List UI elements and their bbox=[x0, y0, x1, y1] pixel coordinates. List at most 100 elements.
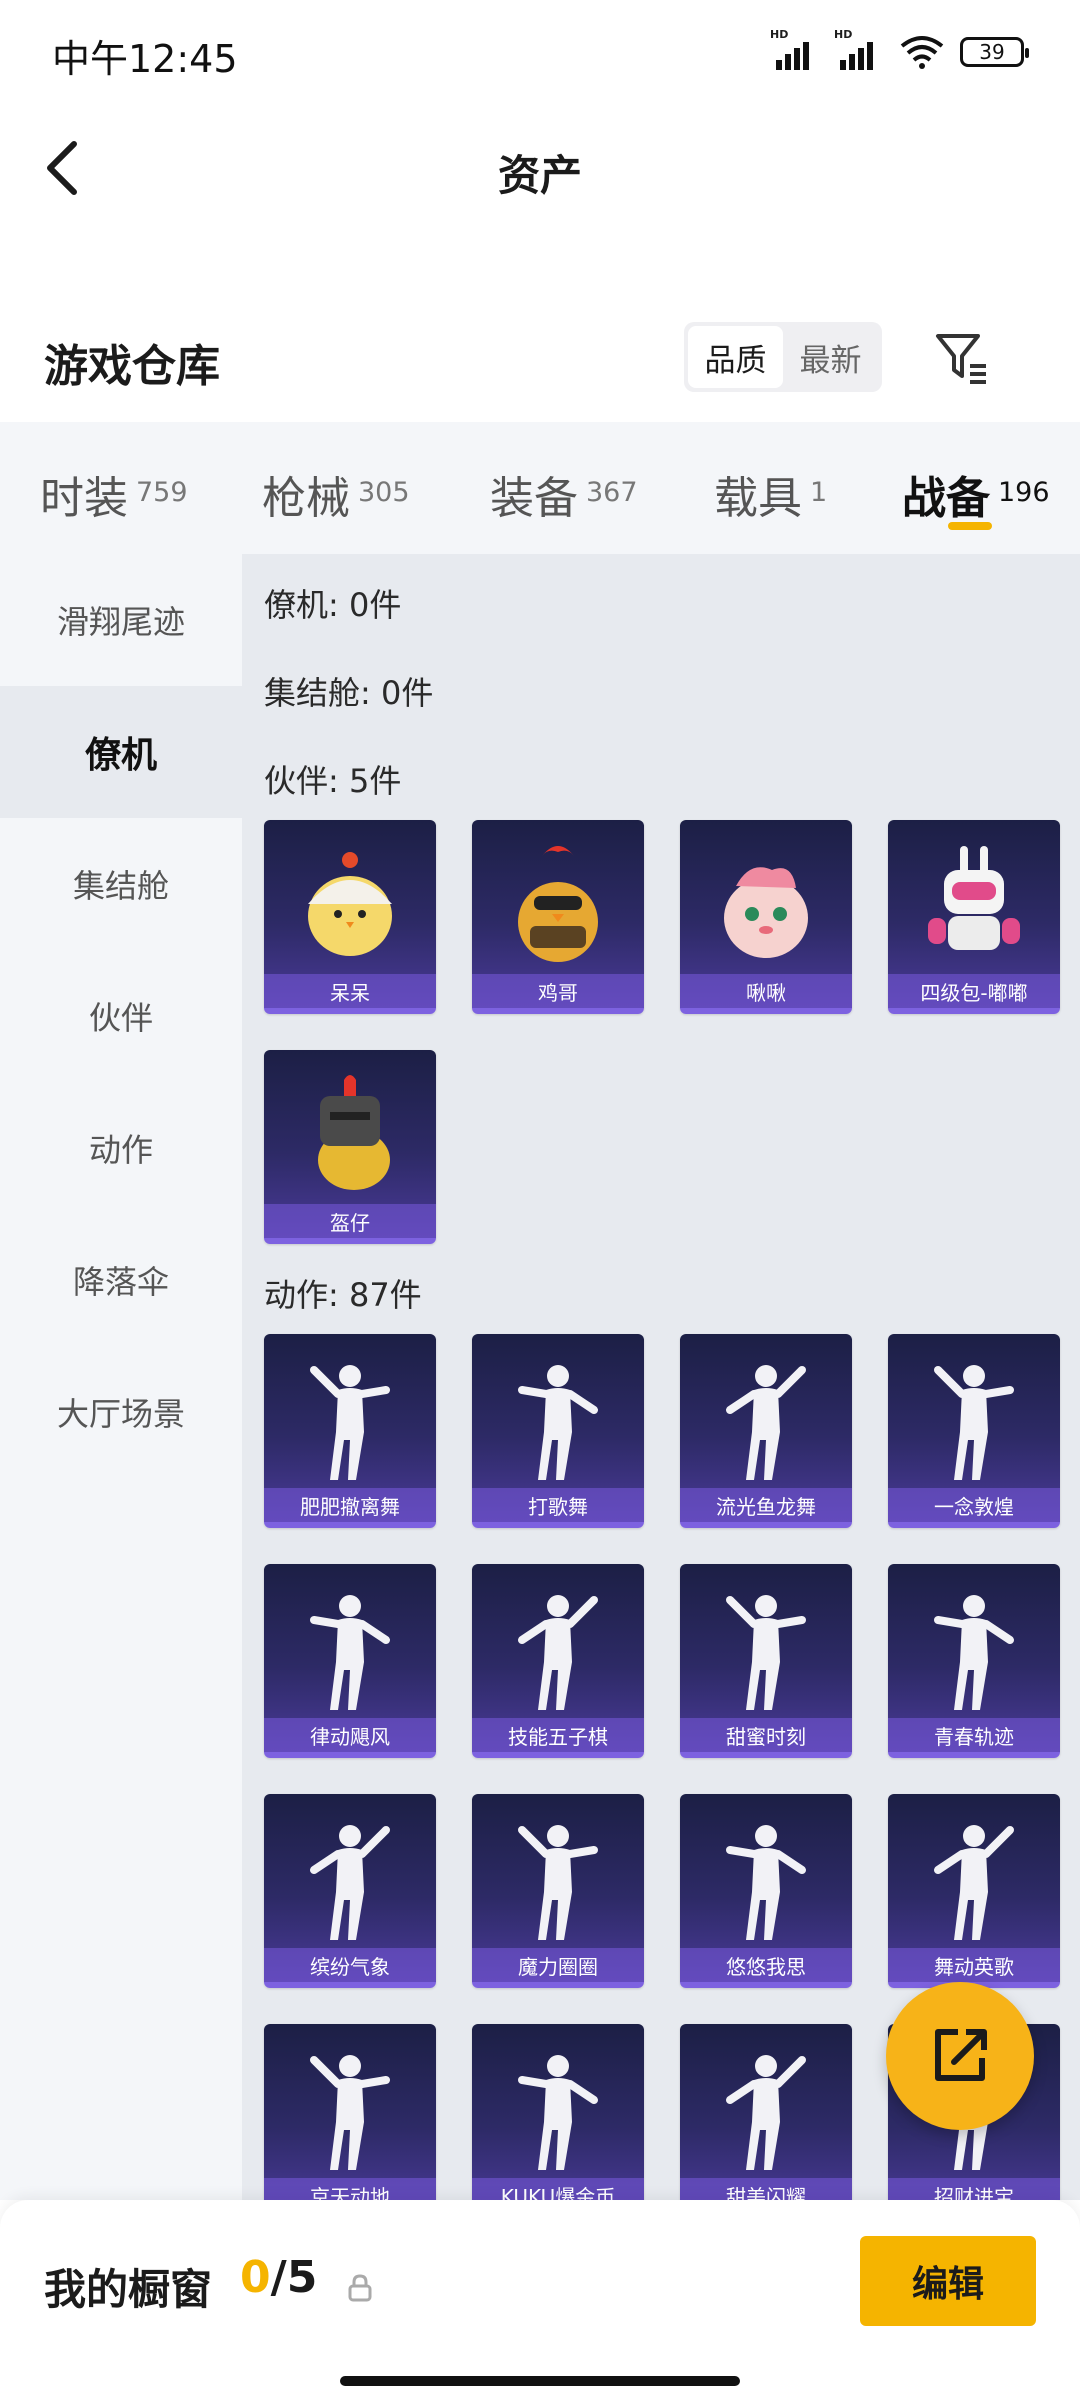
card-name: 舞动英歌 bbox=[888, 1948, 1060, 1982]
sidebar-item-lobby-scene[interactable]: 大厅场景 bbox=[0, 1346, 242, 1478]
card-name: 盔仔 bbox=[264, 1204, 436, 1238]
sort-newest-button[interactable]: 最新 bbox=[783, 326, 878, 388]
partner-image bbox=[928, 846, 1020, 950]
card-name: 啾啾 bbox=[680, 974, 852, 1008]
card-name: KUKU爆金币 bbox=[472, 2178, 644, 2200]
sort-quality-button[interactable]: 品质 bbox=[688, 326, 783, 388]
emote-card[interactable]: 律动飓风 bbox=[264, 1564, 436, 1758]
card-name: 甜美闪耀 bbox=[680, 2178, 852, 2200]
emote-card[interactable]: 一念敦煌 bbox=[888, 1334, 1060, 1528]
card-name: 肥肥撤离舞 bbox=[264, 1488, 436, 1522]
warehouse-header: 游戏仓库 品质 最新 bbox=[0, 310, 1080, 410]
emote-image bbox=[310, 1595, 390, 1710]
section-emote: 动作: 87件 bbox=[264, 1276, 422, 1314]
share-button[interactable] bbox=[886, 1982, 1034, 2130]
sidebar-item-wingman[interactable]: 僚机 bbox=[0, 686, 242, 818]
status-time: 中午12:45 bbox=[52, 37, 238, 81]
card-name: 缤纷气象 bbox=[264, 1948, 436, 1982]
tab-fashion[interactable]: 时装 759 bbox=[40, 462, 188, 526]
card-name: 京天动地 bbox=[264, 2178, 436, 2200]
edit-button[interactable]: 编辑 bbox=[860, 2236, 1036, 2326]
card-name: 甜蜜时刻 bbox=[680, 1718, 852, 1752]
emote-card[interactable]: 甜美闪耀 bbox=[680, 2024, 852, 2200]
emote-card[interactable]: 流光鱼龙舞 bbox=[680, 1334, 852, 1528]
emote-image bbox=[518, 2055, 598, 2170]
card-name: 律动飓风 bbox=[264, 1718, 436, 1752]
emote-card[interactable]: 悠悠我思 bbox=[680, 1794, 852, 1988]
partner-card[interactable]: 鸡哥 bbox=[472, 820, 644, 1014]
home-indicator bbox=[340, 2376, 740, 2386]
section-wingman: 僚机: 0件 bbox=[264, 586, 402, 624]
card-name: 鸡哥 bbox=[472, 974, 644, 1008]
emote-image bbox=[518, 1595, 598, 1710]
emote-image bbox=[726, 1825, 806, 1940]
partner-card[interactable]: 四级包-嘟嘟 bbox=[888, 820, 1060, 1014]
emote-image bbox=[518, 1365, 598, 1480]
page-title: 资产 bbox=[497, 151, 582, 200]
emote-card[interactable]: 舞动英歌 bbox=[888, 1794, 1060, 1988]
emote-image bbox=[934, 1825, 1014, 1940]
partner-image bbox=[724, 867, 808, 958]
card-name: 悠悠我思 bbox=[680, 1948, 852, 1982]
card-name: 打歌舞 bbox=[472, 1488, 644, 1522]
tab-equipment[interactable]: 装备 367 bbox=[490, 462, 638, 526]
emote-image bbox=[310, 2055, 390, 2170]
emote-card[interactable]: 甜蜜时刻 bbox=[680, 1564, 852, 1758]
sidebar-item-parachute[interactable]: 降落伞 bbox=[0, 1214, 242, 1346]
battery-icon: 39 bbox=[960, 37, 1029, 67]
category-tabs: 时装 759 枪械 305 装备 367 载具 1 战备 196 bbox=[0, 422, 1080, 554]
active-tab-indicator bbox=[948, 522, 992, 530]
emote-card[interactable]: 魔力圈圈 bbox=[472, 1794, 644, 1988]
emote-card[interactable]: 打歌舞 bbox=[472, 1334, 644, 1528]
sidebar: 滑翔尾迹 僚机 集结舱 伙伴 动作 降落伞 大厅场景 bbox=[0, 554, 242, 2200]
showcase-label: 我的橱窗 bbox=[44, 2265, 213, 2314]
partner-image bbox=[318, 1075, 390, 1190]
emote-image bbox=[726, 1595, 806, 1710]
sidebar-item-rally-pod[interactable]: 集结舱 bbox=[0, 818, 242, 950]
emote-card[interactable]: 技能五子棋 bbox=[472, 1564, 644, 1758]
emote-image bbox=[518, 1825, 598, 1940]
emote-card[interactable]: 京天动地 bbox=[264, 2024, 436, 2200]
emote-image bbox=[934, 1365, 1014, 1480]
partner-image bbox=[308, 852, 392, 956]
sidebar-item-glide-trail[interactable]: 滑翔尾迹 bbox=[0, 554, 242, 686]
card-name: 流光鱼龙舞 bbox=[680, 1488, 852, 1522]
section-partner: 伙伴: 5件 bbox=[264, 762, 402, 800]
showcase-count: 0/5 bbox=[240, 2252, 318, 2303]
filter-icon[interactable] bbox=[932, 328, 992, 388]
wifi-icon bbox=[900, 36, 944, 69]
lock-icon bbox=[348, 2274, 372, 2302]
emote-card[interactable]: 肥肥撤离舞 bbox=[264, 1334, 436, 1528]
card-name: 技能五子棋 bbox=[472, 1718, 644, 1752]
card-name: 青春轨迹 bbox=[888, 1718, 1060, 1752]
warehouse-title: 游戏仓库 bbox=[44, 341, 220, 392]
partner-card[interactable]: 盔仔 bbox=[264, 1050, 436, 1244]
card-name: 呆呆 bbox=[264, 974, 436, 1008]
signal-icon: HD bbox=[770, 28, 820, 70]
emote-card[interactable]: 缤纷气象 bbox=[264, 1794, 436, 1988]
emote-image bbox=[934, 1595, 1014, 1710]
section-rally-pod: 集结舱: 0件 bbox=[264, 674, 434, 712]
emote-image bbox=[726, 2055, 806, 2170]
status-bar: 中午12:45 HD HD 39 bbox=[0, 0, 1080, 100]
card-name: 四级包-嘟嘟 bbox=[888, 974, 1060, 1008]
share-icon bbox=[935, 2029, 987, 2081]
card-name: 魔力圈圈 bbox=[472, 1948, 644, 1982]
sidebar-item-emote[interactable]: 动作 bbox=[0, 1082, 242, 1214]
emote-image bbox=[310, 1365, 390, 1480]
tab-firearms[interactable]: 枪械 305 bbox=[262, 462, 410, 526]
status-icons: HD HD 39 bbox=[770, 28, 1029, 70]
emote-card[interactable]: KUKU爆金币 bbox=[472, 2024, 644, 2200]
showcase-bar: 我的橱窗 0/5 编辑 bbox=[0, 2200, 1080, 2400]
partner-image bbox=[518, 846, 598, 962]
emote-image bbox=[310, 1825, 390, 1940]
tab-vehicles[interactable]: 载具 1 bbox=[714, 462, 827, 526]
tab-supplies[interactable]: 战备 196 bbox=[902, 462, 1050, 526]
partner-card[interactable]: 啾啾 bbox=[680, 820, 852, 1014]
sidebar-item-partner[interactable]: 伙伴 bbox=[0, 950, 242, 1082]
emote-image bbox=[726, 1365, 806, 1480]
card-name: 一念敦煌 bbox=[888, 1488, 1060, 1522]
item-content: 僚机: 0件 集结舱: 0件 伙伴: 5件 呆呆 鸡哥 啾啾 四级包-嘟嘟 盔仔… bbox=[242, 554, 1080, 2200]
partner-card[interactable]: 呆呆 bbox=[264, 820, 436, 1014]
emote-card[interactable]: 青春轨迹 bbox=[888, 1564, 1060, 1758]
